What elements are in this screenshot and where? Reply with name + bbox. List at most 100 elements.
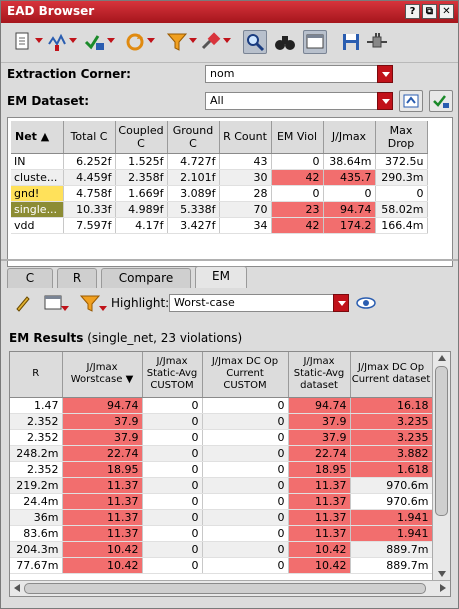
probe-icon[interactable] (199, 30, 231, 54)
tab-em[interactable]: EM (195, 266, 247, 288)
net-cell-coupled: 4.989f (115, 201, 168, 218)
em-result-cell: 0 (202, 461, 289, 478)
net-cell-maxdrop: 290.3m (375, 169, 428, 186)
tab-c[interactable]: C (7, 268, 53, 288)
dataset-filter-button[interactable] (429, 90, 453, 112)
new-document-icon[interactable] (11, 30, 43, 54)
save-icon[interactable] (339, 30, 363, 54)
col-jjmax-worstcase[interactable]: J/Jmax Worstcase ▼ (62, 352, 143, 398)
pencil-icon[interactable] (13, 293, 33, 313)
network-icon[interactable] (45, 30, 77, 54)
close-button[interactable]: ✕ (439, 4, 454, 19)
net-cell-net: single... (11, 201, 64, 218)
em-result-cell: 0 (142, 557, 203, 574)
scroll-right-icon[interactable] (440, 584, 446, 592)
em-results-title: EM Results (9, 331, 84, 345)
em-result-cell: 10.42 (62, 541, 143, 558)
zoom-icon[interactable] (243, 30, 267, 54)
eye-icon[interactable] (355, 294, 377, 312)
net-table-row[interactable]: gnd! 4.758f 1.669f 3.089f 28 0 0 0 (11, 185, 428, 202)
net-cell-coupled: 1.669f (115, 185, 168, 202)
em-result-row[interactable]: 204.3m 10.42 0 0 10.42 889.7m (10, 541, 433, 558)
table-view-icon[interactable] (43, 293, 69, 313)
scroll-left-icon[interactable] (14, 584, 20, 592)
vertical-scrollbar[interactable] (432, 352, 450, 580)
tab-compare[interactable]: Compare (101, 268, 191, 288)
em-result-cell: 16.18 (350, 397, 433, 414)
horizontal-scroll-thumb[interactable] (24, 583, 426, 594)
ead-browser-window: EAD Browser ? ⧉ ✕ Extraction Corner: nom… (0, 0, 459, 609)
col-net[interactable]: Net ▲ (11, 121, 64, 154)
check-filter-icon[interactable] (83, 30, 115, 54)
em-result-cell: 0 (202, 509, 289, 526)
em-result-row[interactable]: 248.2m 22.74 0 0 22.74 3.882 (10, 445, 433, 462)
em-result-row[interactable]: 2.352 37.9 0 0 37.9 3.235 (10, 413, 433, 430)
col-r-count[interactable]: R Count (219, 121, 272, 154)
em-results-heading: EM Results (single_net, 23 violations) (9, 331, 242, 345)
pane-splitter[interactable] (1, 259, 458, 261)
em-result-cell: 10.42 (62, 557, 143, 574)
em-result-cell: 1.618 (350, 461, 433, 478)
highlight-select[interactable]: Worst-case (169, 294, 349, 312)
filter-icon[interactable] (165, 30, 197, 54)
em-result-row[interactable]: 2.352 37.9 0 0 37.9 3.235 (10, 429, 433, 446)
em-result-row[interactable]: 77.67m 10.42 0 0 10.42 889.7m (10, 557, 433, 574)
em-result-cell: 18.95 (62, 461, 143, 478)
col-coupled-c[interactable]: Coupled C (115, 121, 168, 154)
tab-r[interactable]: R (57, 268, 97, 288)
net-cell-jjmax: 38.64m (323, 153, 376, 170)
restore-button[interactable]: ⧉ (422, 4, 437, 19)
horizontal-scrollbar[interactable] (10, 580, 450, 596)
dataset-settings-button[interactable] (399, 90, 423, 112)
em-result-cell: 889.7m (350, 541, 433, 558)
extraction-corner-select[interactable]: nom (205, 65, 393, 83)
net-table-row[interactable]: single... 10.33f 4.989f 5.338f 70 23 94.74 58.0… (11, 201, 428, 218)
col-jjmax-static-avg-dataset[interactable]: J/Jmax Static-Avg dataset (288, 352, 351, 398)
vertical-scroll-thumb[interactable] (435, 366, 448, 516)
em-result-cell: 0 (142, 541, 203, 558)
col-max-drop[interactable]: Max Drop (375, 121, 428, 154)
em-result-row[interactable]: 219.2m 11.37 0 0 11.37 970.6m (10, 477, 433, 494)
net-cell-total: 6.252f (63, 153, 116, 170)
help-button[interactable]: ? (405, 4, 420, 19)
net-cell-jjmax: 174.2 (323, 217, 376, 234)
em-result-row[interactable]: 83.6m 11.37 0 0 11.37 1.941 (10, 525, 433, 542)
col-jjmax[interactable]: J/Jmax (323, 121, 376, 154)
filter-icon[interactable] (79, 293, 107, 313)
col-ground-c[interactable]: Ground C (167, 121, 220, 154)
chevron-down-icon[interactable] (377, 65, 393, 83)
chevron-down-icon[interactable] (377, 92, 393, 110)
net-cell-total: 7.597f (63, 217, 116, 234)
em-result-row[interactable]: 36m 11.37 0 0 11.37 1.941 (10, 509, 433, 526)
scroll-down-icon[interactable] (438, 571, 446, 577)
net-cell-net: gnd! (11, 185, 64, 202)
net-cell-jjmax: 435.7 (323, 169, 376, 186)
col-jjmax-dc-op-dataset[interactable]: J/Jmax DC Op Current dataset (350, 352, 433, 398)
col-jjmax-dc-op-custom[interactable]: J/Jmax DC Op Current CUSTOM (202, 352, 289, 398)
net-cell-jjmax: 94.74 (323, 201, 376, 218)
refresh-icon[interactable] (123, 30, 155, 54)
net-table: Net ▲ Total C Coupled C Ground C R Count… (11, 121, 428, 234)
col-total-c[interactable]: Total C (63, 121, 116, 154)
col-em-viol[interactable]: EM Viol (271, 121, 324, 154)
net-cell-maxdrop: 166.4m (375, 217, 428, 234)
scroll-up-icon[interactable] (438, 355, 446, 361)
net-table-row[interactable]: vdd 7.597f 4.17f 3.427f 34 42 174.2 166.4m (11, 217, 428, 234)
main-toolbar (1, 23, 458, 63)
em-result-cell: 0 (202, 429, 289, 446)
net-table-row[interactable]: IN 6.252f 1.525f 4.727f 43 0 38.64m 372.5u (11, 153, 428, 170)
em-dataset-select[interactable]: All (205, 92, 393, 110)
col-r[interactable]: R (10, 352, 63, 398)
net-table-row[interactable]: cluste... 4.459f 2.358f 2.101f 30 42 435.7 290.… (11, 169, 428, 186)
view-icon[interactable] (303, 30, 327, 54)
em-result-row[interactable]: 24.4m 11.37 0 0 11.37 970.6m (10, 493, 433, 510)
em-result-row[interactable]: 1.47 94.74 0 0 94.74 16.18 (10, 397, 433, 414)
net-cell-maxdrop: 372.5u (375, 153, 428, 170)
chevron-down-icon[interactable] (333, 294, 349, 312)
em-result-cell: 11.37 (288, 509, 351, 526)
binoculars-icon[interactable] (273, 30, 297, 54)
connect-icon[interactable] (365, 30, 389, 54)
col-jjmax-static-avg-custom[interactable]: J/Jmax Static-Avg CUSTOM (142, 352, 203, 398)
em-result-row[interactable]: 2.352 18.95 0 0 18.95 1.618 (10, 461, 433, 478)
em-result-cell: 0 (142, 525, 203, 542)
